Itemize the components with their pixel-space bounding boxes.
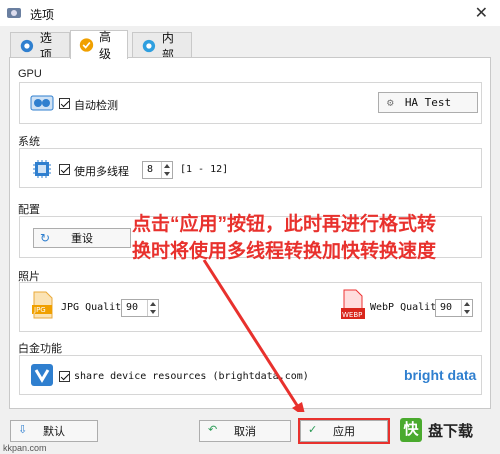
undo-icon: ↶ <box>208 424 218 436</box>
default-label: 默认 <box>43 426 65 438</box>
apply-label: 应用 <box>333 426 355 438</box>
watermark: 快 盘下载 <box>400 418 496 448</box>
apply-button[interactable]: ✓ 应用 <box>298 418 390 444</box>
badge-check-icon <box>79 38 94 52</box>
watermark-name: 盘下载 <box>428 423 474 440</box>
cancel-button[interactable]: ↶ 取消 <box>199 420 291 442</box>
arrow-down-icon: ⇩ <box>18 424 28 436</box>
cancel-label: 取消 <box>234 426 256 438</box>
tab-label: 高级 <box>99 30 112 61</box>
watermark-logo: 快 <box>400 418 422 442</box>
watermark-url: kkpan.com <box>3 443 47 453</box>
annotation-arrow <box>202 259 306 418</box>
default-button[interactable]: ⇩ 默认 <box>10 420 98 442</box>
tab-advanced[interactable]: 高级 <box>70 30 128 61</box>
check-icon: ✓ <box>308 424 318 436</box>
bottom-bar: ⇩ 默认 ↶ 取消 ✓ 应用 快 盘下载 <box>0 412 500 454</box>
